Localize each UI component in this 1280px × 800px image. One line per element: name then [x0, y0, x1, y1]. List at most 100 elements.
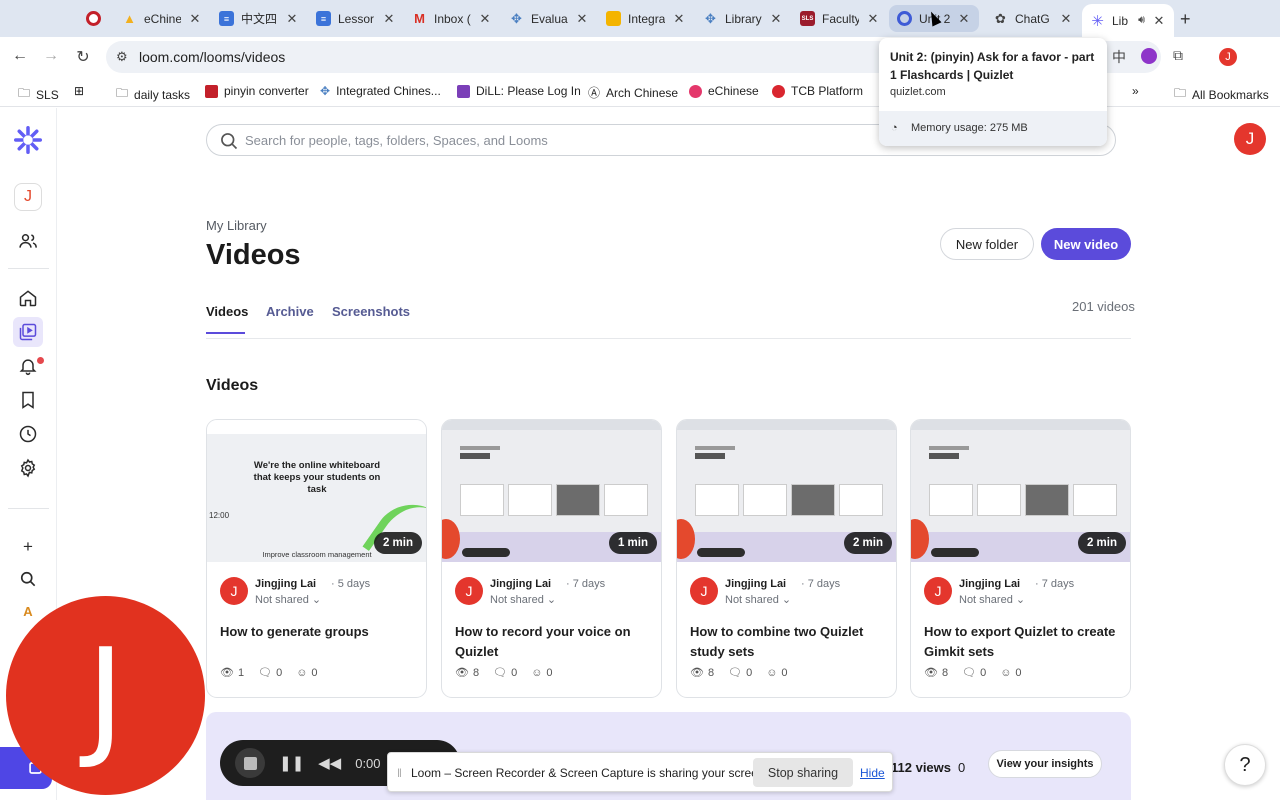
drag-handle-icon[interactable]: ‖ [397, 766, 402, 780]
bookmark-integrated-chinese[interactable]: ✥ Integrated Chines... [320, 84, 441, 98]
user-avatar[interactable]: J [1234, 123, 1266, 155]
speaker-icon[interactable]: 🔊︎ [1138, 14, 1145, 27]
tab-zhongwen[interactable]: ≡ 中文四 ✕ [211, 5, 307, 32]
avatar: J [924, 577, 952, 605]
pause-icon[interactable]: ❚❚ [279, 754, 304, 772]
record-icon [86, 11, 101, 26]
home-icon[interactable] [17, 287, 39, 309]
translate-icon[interactable]: 中 [1112, 47, 1126, 67]
video-thumbnail[interactable]: We're the online whiteboard that keeps y… [207, 420, 426, 581]
tab-echinese[interactable]: ▲ eChine ✕ [114, 5, 210, 32]
loom-logo-icon[interactable] [14, 126, 42, 154]
profile-avatar[interactable]: J [1219, 48, 1237, 66]
tab-library[interactable]: ✥ Library ✕ [695, 5, 791, 32]
share-status-dropdown[interactable]: Not shared ⌄ [725, 593, 791, 606]
bookmark-sls[interactable]: 🗀︎ SLS [18, 84, 59, 105]
tab-videos[interactable]: Videos [206, 304, 248, 319]
share-status-dropdown[interactable]: Not shared ⌄ [255, 593, 321, 606]
extensions-puzzle-icon[interactable]: ⧉ [1173, 47, 1183, 64]
breadcrumb[interactable]: My Library [206, 218, 267, 233]
tab-integrated[interactable]: Integra ✕ [598, 5, 694, 32]
video-title[interactable]: How to combine two Quizlet study sets [690, 622, 888, 662]
eye-icon: 👁︎ [690, 667, 704, 679]
slides-icon [606, 11, 621, 26]
video-title[interactable]: How to export Quizlet to create Gimkit s… [924, 622, 1122, 662]
rewind-icon[interactable]: ◀◀ [318, 754, 341, 772]
view-insights-button[interactable]: View your insights [988, 750, 1102, 778]
reload-icon[interactable]: ↻ [73, 47, 93, 67]
bookmarks-overflow-icon[interactable]: » [1132, 84, 1139, 98]
members-icon[interactable] [17, 230, 39, 252]
close-icon[interactable]: ✕ [1152, 13, 1166, 29]
bookmark-all[interactable]: 🗀︎ All Bookmarks [1174, 84, 1269, 105]
bookmark-tcb-platform[interactable]: TCB Platform [772, 84, 863, 98]
apps-grid-icon[interactable]: ⊞ [74, 84, 84, 98]
workspace-avatar[interactable]: J [14, 183, 42, 211]
camera-bubble-avatar[interactable]: J [6, 596, 205, 795]
tab-chatgpt[interactable]: ✿ ChatG ✕ [985, 5, 1081, 32]
bookmark-echinese[interactable]: eChinese [689, 84, 759, 98]
smiley-icon: ☺ [296, 666, 308, 679]
duration-badge: 1 min [608, 532, 657, 554]
tab-recording[interactable] [78, 5, 112, 32]
video-card[interactable]: 2 min J Jingjing Lai · 7 days Not shared… [910, 419, 1131, 698]
close-icon[interactable]: ✕ [957, 11, 971, 27]
comment-icon: 🗨︎ [258, 667, 273, 679]
tab-evaluation[interactable]: ✥ Evalua ✕ [501, 5, 597, 32]
close-icon[interactable]: ✕ [672, 11, 686, 27]
extension-icon[interactable] [1141, 48, 1157, 64]
video-card[interactable]: 2 min J Jingjing Lai · 7 days Not shared… [676, 419, 897, 698]
tab-inbox[interactable]: M Inbox ( ✕ [404, 5, 500, 32]
search-icon[interactable] [17, 568, 39, 590]
help-button[interactable]: ? [1224, 744, 1266, 786]
close-icon[interactable]: ✕ [188, 11, 202, 27]
new-tab-button[interactable]: + [1180, 9, 1191, 30]
bookmark-icon[interactable] [17, 389, 39, 411]
new-video-button[interactable]: New video [1041, 228, 1131, 260]
stop-sharing-button[interactable]: Stop sharing [753, 758, 853, 787]
video-card[interactable]: We're the online whiteboard that keeps y… [206, 419, 427, 698]
close-icon[interactable]: ✕ [769, 11, 783, 27]
owner-name: Jingjing Lai [490, 578, 552, 590]
close-icon[interactable]: ✕ [866, 11, 880, 27]
close-icon[interactable]: ✕ [1059, 11, 1073, 27]
sharing-message: Loom – Screen Recorder & Screen Capture … [411, 766, 768, 780]
close-icon[interactable]: ✕ [478, 11, 492, 27]
bookmark-daily-tasks[interactable]: 🗀︎ daily tasks [116, 84, 190, 105]
video-card[interactable]: 1 min J Jingjing Lai · 7 days Not shared… [441, 419, 662, 698]
chevron-down-icon: ⌄ [546, 594, 557, 606]
browser-tab-strip: ▲ eChine ✕ ≡ 中文四 ✕ ≡ Lessor ✕ M Inbox ( … [0, 0, 1280, 37]
history-clock-icon[interactable] [17, 423, 39, 445]
close-icon[interactable]: ✕ [382, 11, 396, 27]
bookmark-dill[interactable]: DiLL: Please Log In [457, 84, 581, 98]
share-status-dropdown[interactable]: Not shared ⌄ [959, 593, 1025, 606]
new-folder-button[interactable]: New folder [940, 228, 1034, 260]
bookmark-pinyin-converter[interactable]: pinyin converter [205, 84, 309, 98]
close-icon[interactable]: ✕ [575, 11, 589, 27]
tab-lesson[interactable]: ≡ Lessor ✕ [308, 5, 404, 32]
site-settings-icon[interactable]: ⚙ [116, 49, 128, 65]
tab-screenshots[interactable]: Screenshots [332, 304, 410, 319]
tab-loom-library[interactable]: ✳ Lib 🔊︎ ✕ [1082, 4, 1174, 37]
video-title[interactable]: How to generate groups [220, 622, 418, 642]
video-thumbnail[interactable]: 2 min [677, 420, 896, 562]
hide-banner-link[interactable]: Hide [860, 766, 885, 780]
share-status-dropdown[interactable]: Not shared ⌄ [490, 593, 556, 606]
add-icon[interactable]: + [17, 536, 39, 558]
workspace-a-icon[interactable]: A [17, 600, 39, 622]
back-icon[interactable]: ← [10, 47, 30, 65]
video-thumbnail[interactable]: 2 min [911, 420, 1130, 562]
bookmark-arch-chinese[interactable]: Ⓐ Arch Chinese [588, 84, 678, 101]
video-thumbnail[interactable]: 1 min [442, 420, 661, 562]
tab-faculty[interactable]: SLS Faculty ✕ [792, 5, 888, 32]
tab-archive[interactable]: Archive [266, 304, 314, 319]
settings-gear-icon[interactable] [17, 457, 39, 479]
notifications-bell-icon[interactable] [17, 355, 39, 377]
comments-stat: 🗨︎ 0 [493, 666, 518, 680]
library-videos-icon[interactable] [13, 317, 43, 347]
video-title[interactable]: How to record your voice on Quizlet [455, 622, 653, 662]
close-icon[interactable]: ✕ [285, 11, 299, 27]
forward-icon[interactable]: → [41, 47, 61, 65]
views-stat: 👁︎ 8 [924, 666, 949, 680]
stop-recording-button[interactable] [235, 748, 265, 778]
